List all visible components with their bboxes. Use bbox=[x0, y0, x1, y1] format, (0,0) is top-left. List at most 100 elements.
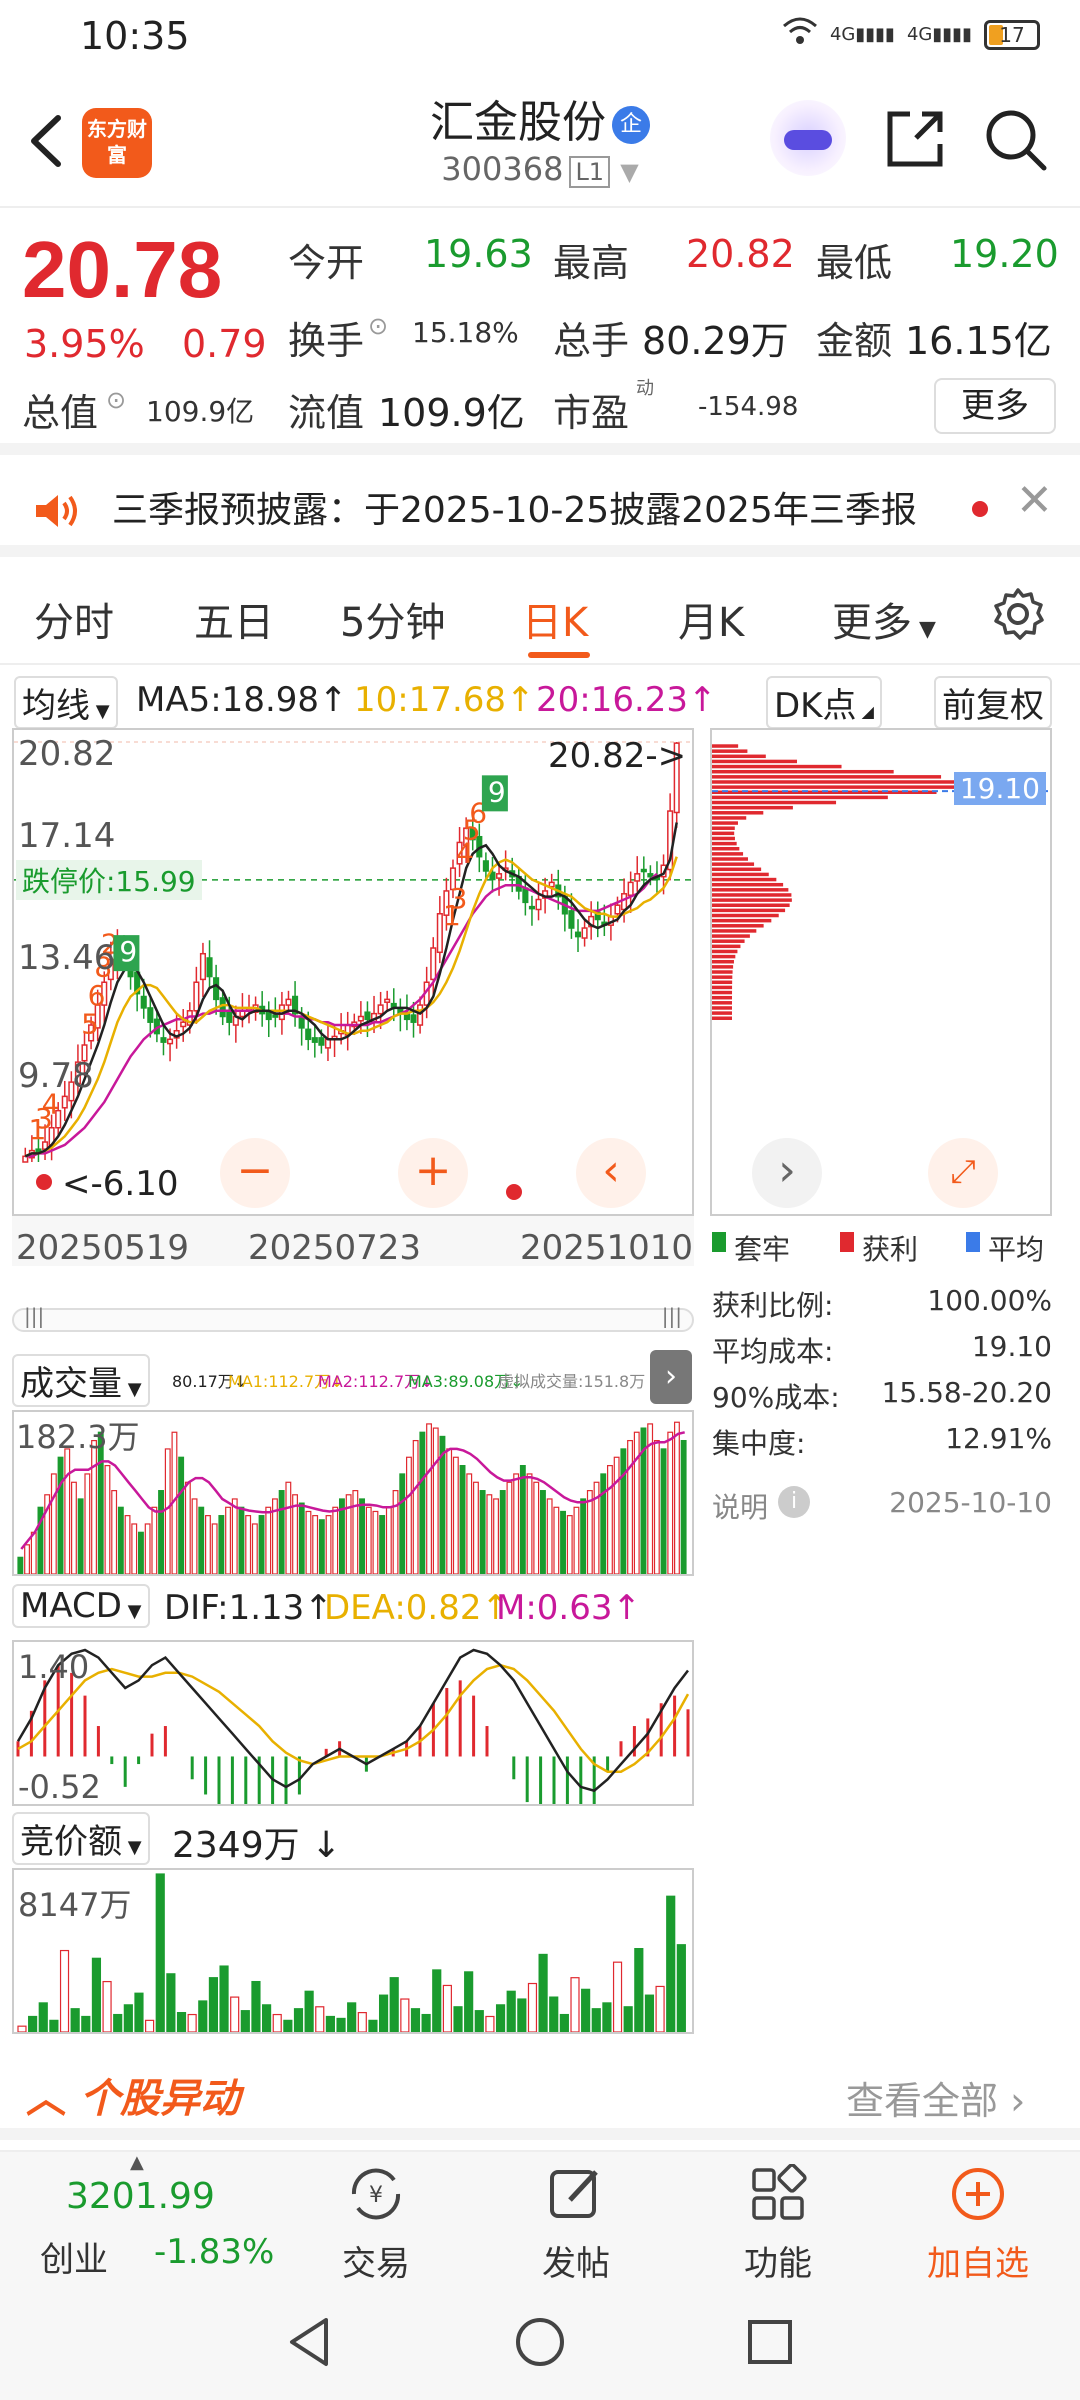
macd-chart[interactable]: 1.40 -0.52 bbox=[12, 1640, 694, 1841]
volume-bar bbox=[560, 1510, 566, 1575]
nav-trade[interactable]: ¥ 交易 bbox=[306, 2152, 446, 2292]
chip-bar bbox=[712, 990, 733, 995]
ma-selector[interactable]: 均线 ▼ bbox=[14, 676, 118, 729]
volume-bar bbox=[680, 1439, 687, 1575]
max-annotation: 20.82-> bbox=[548, 736, 687, 776]
auction-bar bbox=[155, 1873, 165, 2033]
more-button[interactable]: 更多 bbox=[934, 378, 1056, 434]
volume-bar bbox=[251, 1523, 258, 1575]
prev-button[interactable]: ‹ bbox=[576, 1138, 646, 1208]
scroll-handle-left[interactable]: ||| bbox=[24, 1304, 44, 1328]
ma20-value: 20:16.23↑ bbox=[536, 680, 717, 720]
tab-month-k[interactable]: 月K bbox=[678, 590, 744, 648]
adjust-button[interactable]: 前复权 bbox=[934, 676, 1052, 729]
back-nav-icon[interactable] bbox=[282, 2314, 338, 2374]
auction-bar bbox=[357, 2012, 367, 2033]
nav-add-watchlist[interactable]: 加自选 bbox=[908, 2152, 1048, 2292]
volume-chart[interactable]: 182.3万 bbox=[12, 1410, 694, 1576]
high-value: 20.82 bbox=[686, 232, 795, 276]
macd-svg bbox=[16, 1648, 690, 1841]
stat-value: 100.00% bbox=[927, 1284, 1052, 1317]
volume-bar bbox=[385, 1506, 392, 1575]
volume-bar bbox=[144, 1523, 151, 1575]
volume-bar bbox=[124, 1515, 131, 1575]
index-name[interactable]: 创业 bbox=[40, 2232, 108, 2281]
pe-superscript: 动 bbox=[636, 378, 654, 399]
signal-icon-2: 4G▮▮▮▮ bbox=[906, 24, 972, 45]
notice-bar[interactable]: 三季报预披露：于2025-10-25披露2025年三季报 ✕ bbox=[0, 467, 1080, 557]
candle-body bbox=[206, 957, 213, 978]
nav-functions[interactable]: 功能 bbox=[708, 2152, 848, 2292]
y-tick-label: 182.3万 bbox=[16, 1418, 140, 1456]
chip-distribution-chart[interactable]: 19.10 › ⤢ bbox=[710, 728, 1052, 1216]
next-button[interactable]: › bbox=[752, 1138, 822, 1208]
recents-nav-icon[interactable] bbox=[742, 2314, 798, 2374]
chip-bar bbox=[712, 816, 747, 820]
tab-five-day[interactable]: 五日 bbox=[194, 590, 274, 648]
assistant-robot-icon[interactable] bbox=[770, 100, 846, 176]
tab-5min[interactable]: 5分钟 bbox=[340, 590, 445, 648]
date-axis: 20250519 20250723 20251010 bbox=[12, 1216, 694, 1268]
date-tick-label: 20250723 bbox=[248, 1228, 422, 1268]
ma-row: 均线 ▼ MA5:18.98↑ 10:17.68↑ 20:16.23↑ DK点 … bbox=[14, 676, 1074, 729]
stock-name: 汇金股份 bbox=[430, 97, 606, 148]
volume-bar bbox=[104, 1465, 111, 1575]
candle-body bbox=[627, 881, 634, 896]
kline-svg: 13456821345699 bbox=[14, 741, 692, 1200]
auction-bar bbox=[644, 1994, 655, 2033]
volume-bar bbox=[499, 1490, 506, 1575]
auction-bar bbox=[272, 2013, 282, 2033]
view-all-link[interactable]: 查看全部 › bbox=[846, 2070, 1025, 2125]
auction-chart[interactable]: 8147万 bbox=[12, 1868, 694, 2034]
nav-post[interactable]: 发帖 bbox=[506, 2152, 646, 2292]
tab-day-k[interactable]: 日K bbox=[522, 590, 588, 648]
info-icon[interactable]: ⊙ bbox=[368, 312, 388, 340]
info-icon[interactable]: ⊙ bbox=[106, 386, 126, 414]
y-tick-label: 9.78 bbox=[18, 1056, 94, 1096]
index-percent[interactable]: -1.83% bbox=[154, 2232, 274, 2272]
auction-bar bbox=[570, 1977, 580, 2033]
expand-icon[interactable]: ⤢ bbox=[928, 1138, 998, 1208]
chip-note[interactable]: 说明 i 2025-10-10 bbox=[712, 1486, 1052, 1526]
macd-selector[interactable]: MACD ▼ bbox=[12, 1584, 150, 1628]
volume-bar bbox=[533, 1481, 540, 1575]
auction-bar bbox=[240, 2010, 250, 2033]
volume-bar bbox=[285, 1481, 292, 1575]
volume-bar bbox=[77, 1498, 84, 1575]
status-icons: 4G▮▮▮▮ 4G▮▮▮▮ 17 bbox=[782, 16, 1040, 53]
close-icon[interactable]: ✕ bbox=[1016, 475, 1053, 526]
expand-panel-icon[interactable]: › bbox=[650, 1350, 692, 1404]
chip-bar bbox=[712, 1001, 733, 1005]
auction-bar bbox=[581, 1988, 591, 2033]
range-scrollbar[interactable]: ||| ||| bbox=[12, 1304, 694, 1332]
candle-body bbox=[647, 873, 654, 878]
zoom-in-button[interactable]: + bbox=[398, 1138, 468, 1208]
zoom-out-button[interactable]: − bbox=[220, 1138, 290, 1208]
stock-movement-section[interactable]: ︿ 个股异动 查看全部 › bbox=[0, 2050, 1080, 2140]
float-cap-label: 流值 bbox=[288, 391, 365, 435]
nav-post-label: 发帖 bbox=[542, 2244, 610, 2284]
index-value[interactable]: 3201.99 bbox=[66, 2176, 215, 2217]
svg-text:¥: ¥ bbox=[369, 2183, 383, 2208]
auction-bar bbox=[123, 2004, 133, 2033]
candle-body bbox=[581, 927, 588, 939]
volume-selector[interactable]: 成交量 ▼ bbox=[12, 1354, 150, 1407]
volume-bar bbox=[24, 1544, 30, 1575]
auction-selector[interactable]: 竞价额 ▼ bbox=[12, 1812, 150, 1865]
y-tick-label: 1.40 bbox=[18, 1648, 90, 1686]
home-nav-icon[interactable] bbox=[512, 2314, 568, 2374]
legend-label: 平均 bbox=[988, 1233, 1045, 1266]
dk-point-button[interactable]: DK点 ◢ bbox=[766, 676, 882, 729]
scroll-handle-right[interactable]: ||| bbox=[662, 1304, 682, 1328]
tab-minute[interactable]: 分时 bbox=[34, 590, 114, 648]
share-icon[interactable] bbox=[880, 104, 950, 174]
volume-bar bbox=[553, 1506, 560, 1575]
chip-bar bbox=[712, 847, 740, 851]
avg-cost-tag: 19.10 bbox=[953, 772, 1046, 805]
kline-chart[interactable]: 13456821345699 20.82 17.14 13.46 9.78 跌停… bbox=[12, 728, 694, 1216]
search-icon[interactable] bbox=[980, 104, 1050, 174]
candle-body bbox=[193, 981, 200, 1012]
settings-icon[interactable] bbox=[990, 586, 1046, 646]
chip-bar bbox=[712, 949, 738, 954]
tab-more[interactable]: 更多 ▼ bbox=[832, 590, 936, 648]
